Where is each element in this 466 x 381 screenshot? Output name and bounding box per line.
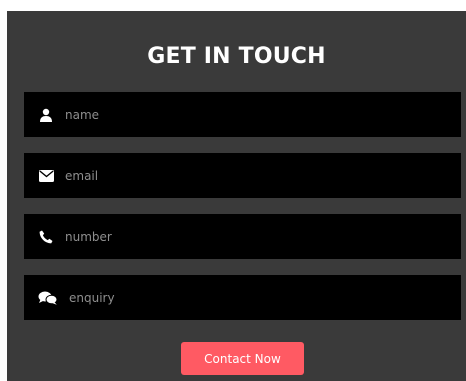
form-title: GET IN TOUCH — [147, 44, 326, 69]
enquiry-field[interactable] — [24, 275, 461, 320]
chat-bubbles-icon — [37, 289, 59, 307]
contact-now-button[interactable]: Contact Now — [181, 342, 304, 375]
enquiry-input[interactable] — [69, 290, 429, 305]
phone-icon — [37, 228, 55, 246]
user-icon — [37, 106, 55, 124]
number-input[interactable] — [65, 229, 425, 244]
name-input[interactable] — [65, 107, 425, 122]
envelope-icon — [37, 167, 55, 185]
name-field[interactable] — [24, 92, 461, 137]
contact-form-panel: GET IN TOUCH name email number enquiry C… — [7, 11, 466, 381]
email-input[interactable] — [65, 168, 425, 183]
email-field[interactable] — [24, 153, 461, 198]
number-field[interactable] — [24, 214, 461, 259]
